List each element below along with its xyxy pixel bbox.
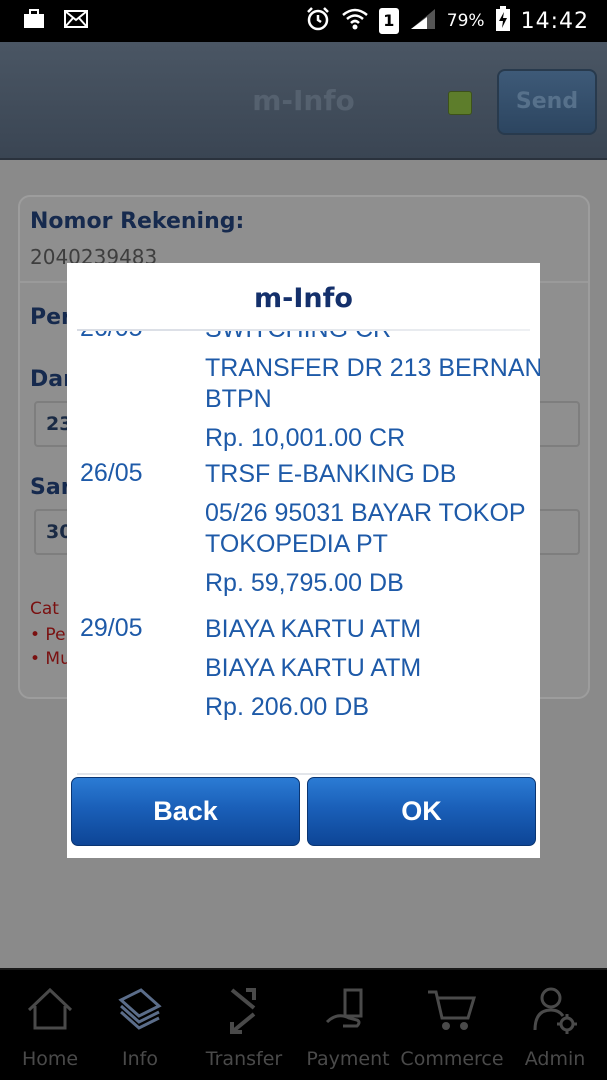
transaction-amount: Rp. 10,001.00 CR: [205, 424, 406, 452]
m-info-dialog: m-Info 26/05 SWITCHING CR TRANSFER DR 21…: [67, 263, 540, 858]
send-button[interactable]: Send: [497, 69, 597, 135]
nav-label: Commerce: [400, 1048, 504, 1070]
battery-charging-icon: [495, 6, 511, 36]
nav-label: Home: [21, 1048, 79, 1070]
transaction-list-scroll[interactable]: 26/05 SWITCHING CR TRANSFER DR 213 BERNA…: [67, 331, 540, 773]
nav-admin[interactable]: Admin: [518, 982, 592, 1078]
bottom-navigation: Home Info Transfer Payment Commerce Admi…: [0, 968, 607, 1080]
transaction-description: BTPN: [205, 385, 272, 413]
info-icon: [115, 986, 165, 1036]
nav-label: Payment: [306, 1048, 390, 1070]
nav-payment[interactable]: Payment: [304, 982, 392, 1078]
transaction-date: 29/05: [80, 614, 143, 642]
back-button[interactable]: Back: [71, 777, 300, 846]
note-label: Cat: [30, 599, 59, 619]
transaction-date: 26/05: [80, 459, 143, 487]
nav-label: Info: [122, 1048, 158, 1070]
transaction-item: 26/05 TRSF E-BANKING DB 05/26 95031 BAYA…: [67, 459, 540, 614]
transaction-description: TRANSFER DR 213 BERNAN: [205, 354, 540, 382]
transaction-item: 29/05 BIAYA KARTU ATM BIAYA KARTU ATM Rp…: [67, 614, 540, 734]
nav-home[interactable]: Home: [10, 982, 90, 1078]
alarm-icon: [305, 6, 331, 36]
battery-percent: 79%: [446, 11, 485, 31]
note-item: • Mu: [30, 649, 71, 669]
status-bar: 1 79% 14:42: [0, 0, 607, 42]
briefcase-icon: [22, 8, 46, 34]
nav-transfer[interactable]: Transfer: [198, 982, 290, 1078]
transaction-item: 26/05 SWITCHING CR TRANSFER DR 213 BERNA…: [67, 331, 540, 459]
clock: 14:42: [520, 8, 589, 34]
nav-label: Transfer: [205, 1048, 283, 1070]
app-header: m-Info Send: [0, 42, 607, 160]
transaction-description: 05/26 95031 BAYAR TOKOP: [205, 499, 526, 527]
connection-status-indicator: [448, 91, 472, 115]
transaction-list: 26/05 SWITCHING CR TRANSFER DR 213 BERNA…: [67, 331, 540, 734]
home-icon: [25, 986, 75, 1036]
mail-icon: [64, 10, 88, 32]
transaction-description: TRSF E-BANKING DB: [205, 460, 457, 488]
account-number-label: Nomor Rekening:: [30, 209, 245, 234]
transaction-description: SWITCHING CR: [205, 331, 540, 345]
admin-icon: [531, 986, 579, 1038]
dialog-button-divider: [77, 773, 530, 775]
transaction-description: BIAYA KARTU ATM: [205, 615, 422, 643]
ok-button[interactable]: OK: [307, 777, 536, 846]
period-label: Per: [30, 305, 72, 330]
transaction-details: BIAYA KARTU ATM BIAYA KARTU ATM Rp. 206.…: [205, 614, 540, 723]
transaction-description: TOKOPEDIA PT: [205, 530, 388, 558]
nav-info[interactable]: Info: [100, 982, 180, 1078]
signal-icon: [409, 7, 437, 35]
cart-icon: [426, 986, 478, 1038]
payment-icon: [323, 986, 373, 1038]
transaction-amount: Rp. 206.00 DB: [205, 693, 369, 721]
transaction-amount: Rp. 59,795.00 DB: [205, 569, 404, 597]
sim-indicator: 1: [378, 8, 399, 34]
dialog-title: m-Info: [254, 283, 353, 314]
transfer-icon: [224, 986, 264, 1040]
transaction-description: BIAYA KARTU ATM: [205, 654, 422, 682]
transaction-date: 26/05: [80, 331, 143, 343]
nav-commerce[interactable]: Commerce: [400, 982, 504, 1078]
wifi-icon: [341, 7, 369, 35]
transaction-details: TRSF E-BANKING DB 05/26 95031 BAYAR TOKO…: [205, 459, 540, 599]
transaction-details: SWITCHING CR TRANSFER DR 213 BERNAN BTPN…: [205, 331, 540, 454]
nav-label: Admin: [524, 1048, 586, 1070]
